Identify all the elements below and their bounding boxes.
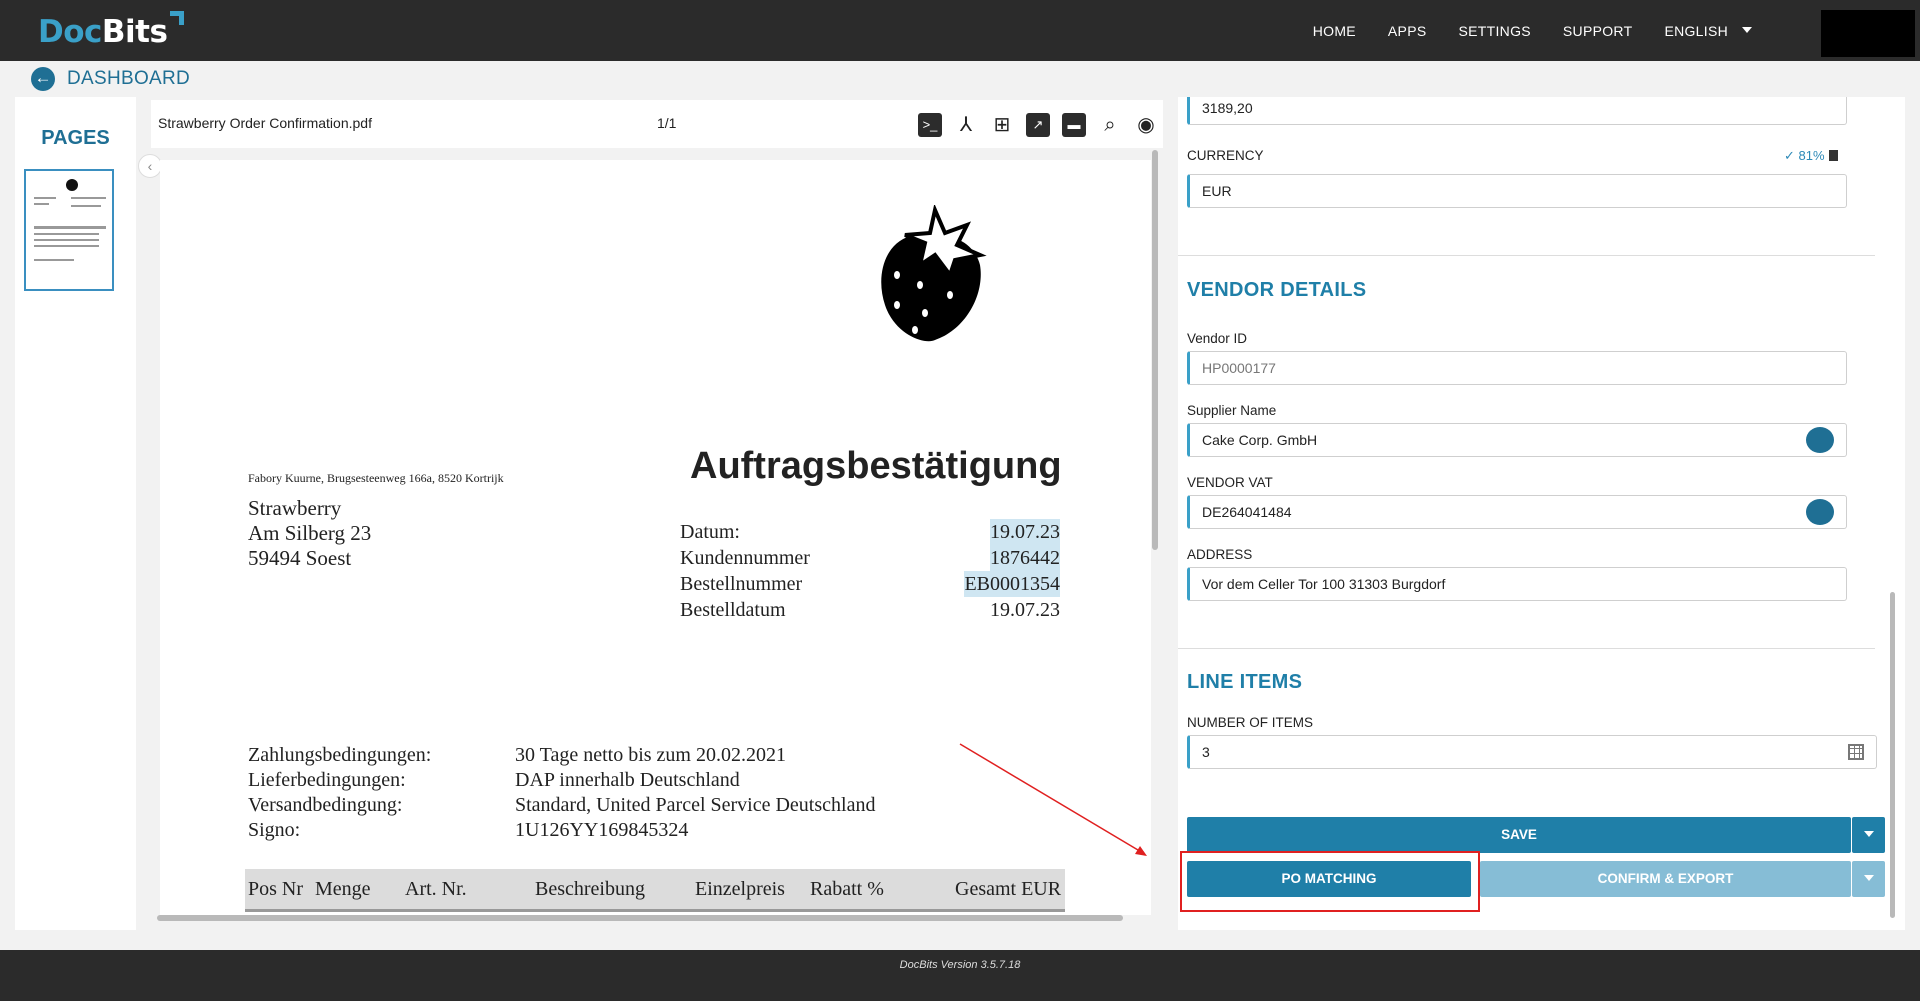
ai-brain-icon[interactable] — [1806, 499, 1834, 525]
vendor-vat-label: VENDOR VAT — [1187, 475, 1273, 490]
version-text: DocBits Version 3.5.7.18 — [899, 959, 1021, 971]
arrow-left-icon[interactable]: ← — [31, 67, 55, 91]
viewer-tools: >_ ⅄ ⊞ ↗ ▬ ⌕ ◉ — [918, 113, 1170, 137]
chevron-down-icon — [1863, 831, 1874, 837]
tree-icon[interactable]: ⊞ — [990, 113, 1014, 137]
merge-icon[interactable]: ⅄ — [954, 113, 978, 137]
confidence-badge: ✓ 81% — [1784, 148, 1838, 164]
viewer-vertical-scrollbar[interactable] — [1152, 150, 1158, 550]
vendor-details-heading: VENDOR DETAILS — [1187, 279, 1367, 301]
address-label: ADDRESS — [1187, 547, 1253, 562]
chevron-down-icon — [1863, 875, 1874, 881]
top-bar: DocBits HOME APPS SETTINGS SUPPORT ENGLI… — [0, 0, 1920, 61]
nav-home[interactable]: HOME — [1313, 23, 1356, 39]
amount-field[interactable]: 3189,20 — [1187, 97, 1847, 125]
customer-number-value[interactable]: 1876442 — [990, 545, 1060, 571]
vendor-vat-field[interactable]: DE264041484 — [1187, 495, 1847, 529]
nav-settings[interactable]: SETTINGS — [1458, 23, 1530, 39]
viewer-horizontal-scrollbar[interactable] — [157, 915, 1123, 921]
annotation-arrow — [959, 743, 1147, 856]
page-thumbnail[interactable] — [24, 169, 114, 291]
table-grid-icon[interactable] — [1848, 744, 1864, 760]
main-nav: HOME APPS SETTINGS SUPPORT ENGLISH — [1281, 0, 1752, 61]
user-menu[interactable] — [1821, 10, 1915, 57]
order-number-value[interactable]: EB0001354 — [964, 571, 1060, 597]
document-fields: Datum: 19.07.23 Kundennummer 1876442 Beste… — [680, 519, 1060, 621]
currency-label: CURRENCY — [1187, 148, 1264, 163]
date-value[interactable]: 19.07.23 — [990, 519, 1060, 545]
breadcrumb-label[interactable]: DASHBOARD — [67, 68, 190, 90]
language-select[interactable]: ENGLISH — [1664, 23, 1752, 39]
currency-field[interactable]: EUR — [1187, 174, 1847, 208]
pages-panel: PAGES — [15, 97, 136, 930]
viewer-toolbar: Strawberry Order Confirmation.pdf 1/1 >_… — [151, 100, 1163, 148]
number-of-items-field[interactable]: 3 — [1187, 735, 1877, 769]
logo-mark-icon — [170, 11, 184, 25]
supplier-name-label: Supplier Name — [1187, 403, 1277, 418]
number-of-items-label: NUMBER OF ITEMS — [1187, 715, 1314, 730]
export-dropdown-button[interactable] — [1852, 861, 1885, 897]
breadcrumb[interactable]: ← DASHBOARD — [31, 67, 190, 91]
supplier-name-field[interactable]: Cake Corp. GmbH — [1187, 423, 1847, 457]
divider — [1178, 255, 1875, 256]
vendor-id-label: Vendor ID — [1187, 331, 1248, 346]
page-indicator: 1/1 — [657, 115, 677, 131]
line-items-heading: LINE ITEMS — [1187, 671, 1303, 693]
chart-icon[interactable]: ↗ — [1026, 113, 1050, 137]
recipient-address: Strawberry Am Silberg 23 59494 Soest — [248, 496, 372, 570]
divider — [1178, 648, 1875, 649]
folder-icon[interactable]: ▬ — [1062, 113, 1086, 137]
chevron-down-icon — [1742, 26, 1752, 33]
language-label: ENGLISH — [1664, 22, 1728, 39]
line-item-table-header: Pos Nr Menge Art. Nr. Beschreibung Einze… — [245, 869, 1065, 912]
ai-brain-icon[interactable] — [1806, 427, 1834, 453]
collapse-panel-button[interactable]: ‹ — [138, 154, 162, 178]
ocr-icon[interactable]: ◉ — [1134, 113, 1158, 137]
nav-apps[interactable]: APPS — [1388, 23, 1427, 39]
document-terms: Zahlungsbedingungen: 30 Tage netto bis zu… — [248, 744, 876, 841]
footer: DocBits Version 3.5.7.18 — [0, 950, 1920, 1001]
strawberry-logo — [881, 205, 987, 342]
save-dropdown-button[interactable] — [1852, 817, 1885, 853]
form-scrollbar[interactable] — [1890, 592, 1895, 918]
sender-line: Fabory Kuurne, Brugsesteenweg 166a, 8520… — [248, 471, 504, 485]
confirm-export-button[interactable]: CONFIRM & EXPORT — [1480, 861, 1851, 897]
address-field[interactable]: Vor dem Celler Tor 100 31303 Burgdorf — [1187, 567, 1847, 601]
terminal-icon[interactable]: >_ — [918, 113, 942, 137]
save-button[interactable]: SAVE — [1187, 817, 1851, 853]
app-logo[interactable]: DocBits — [38, 14, 168, 50]
extraction-form: 3189,20 CURRENCY ✓ 81% EUR VENDOR DETAIL… — [1178, 97, 1905, 930]
annotation-highlight-box — [1180, 851, 1480, 912]
search-doc-icon[interactable]: ⌕ — [1098, 113, 1122, 137]
trash-icon[interactable] — [1828, 150, 1838, 161]
document-title: Auftragsbestätigung — [690, 445, 1062, 487]
vendor-id-field[interactable]: HP0000177 — [1187, 351, 1847, 385]
nav-support[interactable]: SUPPORT — [1563, 23, 1633, 39]
pages-title: PAGES — [41, 127, 110, 149]
file-name: Strawberry Order Confirmation.pdf — [158, 115, 372, 131]
